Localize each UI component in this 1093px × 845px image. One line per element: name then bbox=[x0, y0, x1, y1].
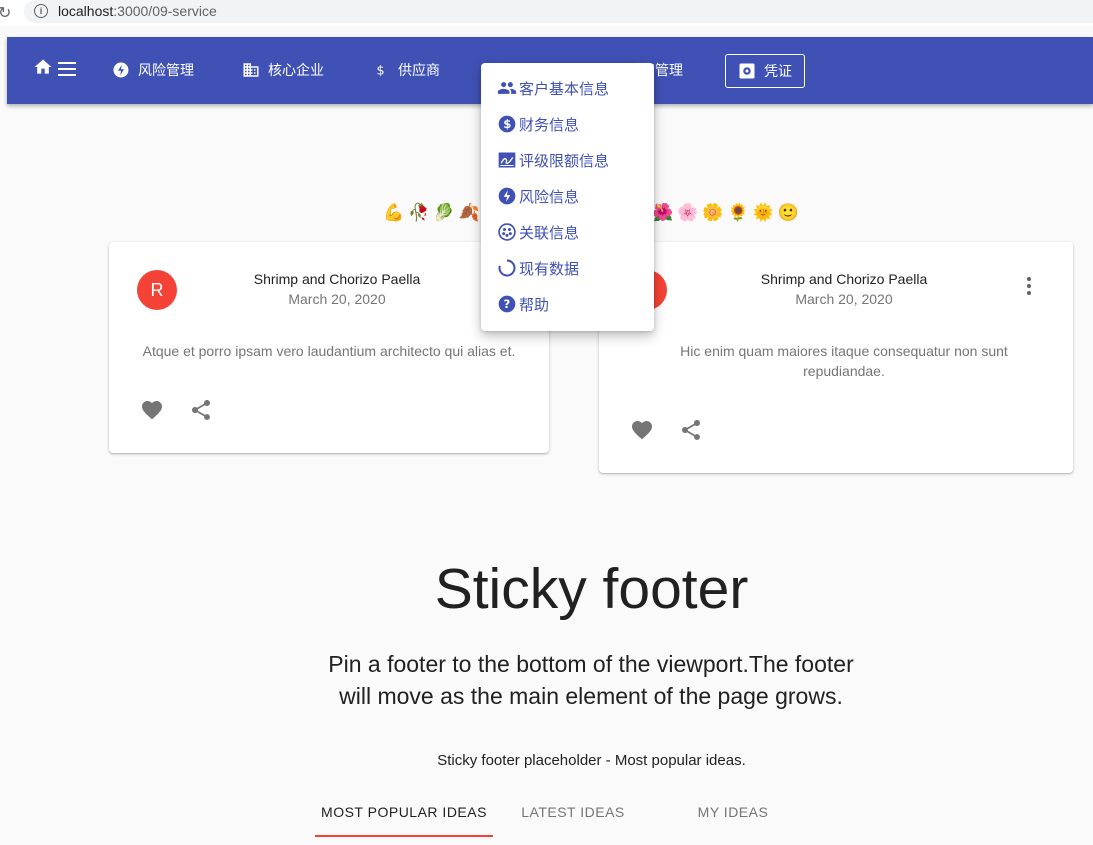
browser-address-bar: ↻ i localhost:3000/09-service bbox=[0, 0, 1093, 26]
menu-item-label: 关联信息 bbox=[519, 224, 580, 242]
tab-latest-ideas[interactable]: LATEST IDEAS bbox=[493, 804, 653, 820]
scatter-icon bbox=[498, 223, 516, 241]
menu-item-label: 评级限额信息 bbox=[519, 152, 610, 170]
people-icon bbox=[497, 82, 517, 94]
signature-icon bbox=[498, 152, 516, 168]
menu-item-rating-limit[interactable]: 评级限额信息 bbox=[497, 150, 609, 170]
dollar-icon: $ bbox=[377, 64, 385, 79]
settings-icon bbox=[739, 63, 755, 79]
menu-item-risk-info[interactable]: 风险信息 bbox=[497, 186, 579, 206]
nav-supplier[interactable]: $ 供应商 bbox=[372, 57, 441, 83]
menu-item-related-info[interactable]: 关联信息 bbox=[497, 222, 579, 242]
loading-icon bbox=[498, 259, 516, 277]
card-date: March 20, 2020 bbox=[795, 291, 893, 307]
svg-text:$: $ bbox=[377, 64, 385, 79]
home-icon[interactable] bbox=[33, 57, 53, 77]
menu-item-help[interactable]: ? 帮助 bbox=[497, 294, 549, 314]
svg-text:$: $ bbox=[503, 117, 511, 131]
menu-item-label: 财务信息 bbox=[519, 116, 580, 134]
nav-core-enterprise[interactable]: 核心企业 bbox=[242, 57, 324, 83]
menu-item-label: 现有数据 bbox=[519, 260, 580, 278]
tab-my-ideas[interactable]: MY IDEAS bbox=[653, 804, 813, 820]
url-text[interactable]: localhost:3000/09-service bbox=[58, 3, 217, 19]
card-title: Shrimp and Chorizo Paella bbox=[253, 271, 421, 287]
reload-icon[interactable]: ↻ bbox=[0, 3, 11, 22]
recipe-card: R Shrimp and Chorizo Paella March 20, 20… bbox=[599, 242, 1073, 473]
url-field[interactable]: i localhost:3000/09-service bbox=[24, 0, 1093, 23]
menu-item-financial-info[interactable]: $ 财务信息 bbox=[497, 114, 579, 134]
flash-circle-icon bbox=[498, 187, 516, 205]
svg-text:?: ? bbox=[504, 297, 511, 311]
share-icon[interactable] bbox=[189, 398, 213, 422]
card-body: Atque et porro ipsam vero laudantium arc… bbox=[142, 343, 516, 359]
menu-item-customer-info[interactable]: 客户基本信息 bbox=[497, 78, 609, 98]
avatar: R bbox=[137, 270, 177, 310]
favorite-icon[interactable] bbox=[630, 418, 654, 442]
nav-label: 风险管理 bbox=[138, 62, 194, 78]
tab-most-popular-ideas[interactable]: MOST POPULAR IDEAS bbox=[315, 804, 493, 820]
monetization-icon: $ bbox=[498, 115, 516, 133]
menu-item-label: 客户基本信息 bbox=[519, 80, 610, 98]
nav-risk-management[interactable]: 风险管理 bbox=[112, 57, 194, 83]
flash-icon bbox=[113, 62, 129, 78]
tab-indicator bbox=[315, 835, 493, 837]
dropdown-menu: 客户基本信息 $ 财务信息 评级限额信息 风险信息 关联信息 现有数据 ? 帮助 bbox=[481, 63, 654, 331]
menu-item-label: 帮助 bbox=[519, 296, 550, 314]
info-icon[interactable]: i bbox=[34, 4, 48, 18]
emoji-row-right: 🌺🌸🌼🌻🌞🙂 bbox=[652, 203, 804, 223]
menu-item-existing-data[interactable]: 现有数据 bbox=[497, 258, 579, 278]
share-icon[interactable] bbox=[679, 418, 703, 442]
help-icon: ? bbox=[498, 295, 516, 313]
hero-subtitle: Pin a footer to the bottom of the viewpo… bbox=[328, 651, 854, 709]
menu-item-label: 风险信息 bbox=[519, 188, 580, 206]
more-vert-icon[interactable] bbox=[1026, 276, 1032, 296]
hero-title: Sticky footer bbox=[434, 557, 749, 621]
card-title: Shrimp and Chorizo Paella bbox=[760, 271, 928, 287]
nav-voucher[interactable]: 凭证 bbox=[725, 54, 805, 88]
business-icon bbox=[243, 63, 259, 77]
nav-label: 核心企业 bbox=[268, 62, 324, 78]
card-date: March 20, 2020 bbox=[288, 291, 386, 307]
nav-label: 供应商 bbox=[398, 62, 440, 78]
favorite-icon[interactable] bbox=[140, 398, 164, 422]
menu-icon[interactable] bbox=[58, 62, 76, 76]
nav-label: 凭证 bbox=[764, 63, 792, 79]
card-body: Hic enim quam maiores itaque consequatur… bbox=[680, 343, 1008, 379]
hero-note: Sticky footer placeholder - Most popular… bbox=[437, 752, 746, 769]
